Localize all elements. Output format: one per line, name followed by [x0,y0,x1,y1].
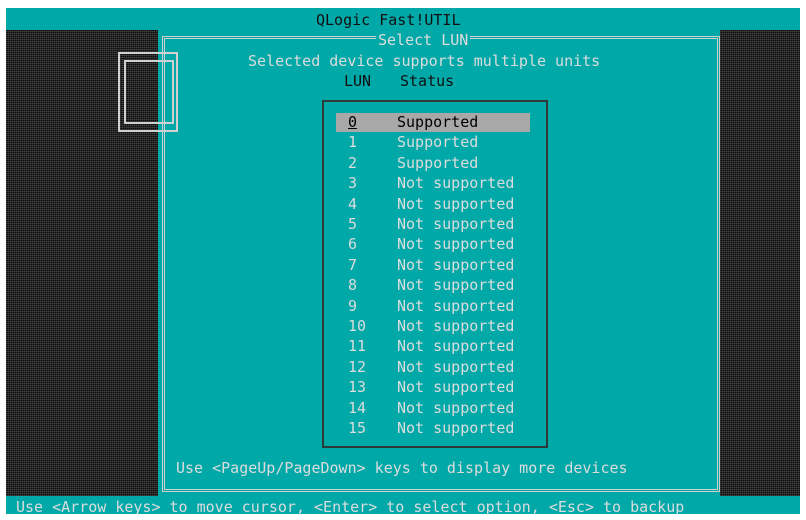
lun-number: 6 [348,235,358,254]
lun-status: Not supported [397,215,515,233]
lun-row[interactable]: 7 Not supported [324,255,546,275]
lun-list: 0 Supported 1 Supported 2 Supported 3 Not suppo… [324,112,546,442]
status-bar: Use <Arrow keys> to move cursor, <Enter>… [16,498,685,514]
lun-number: 1 [348,133,358,152]
lun-row[interactable]: 2 Supported [324,153,546,173]
lun-row[interactable]: 4 Not supported [324,194,546,214]
lun-number: 13 [348,378,367,397]
lun-number: 9 [348,296,358,315]
lun-row[interactable]: 1 Supported [324,132,546,152]
lun-number: 0 [348,113,358,131]
background-pane-right [720,30,800,496]
lun-number: 4 [348,194,358,213]
lun-number: 15 [348,419,367,437]
lun-number: 7 [348,255,358,274]
lun-row[interactable]: 14 Not supported [324,398,546,418]
lun-row[interactable]: 6 Not supported [324,234,546,254]
lun-list-box: 0 Supported 1 Supported 2 Supported 3 Not suppo… [322,100,548,448]
lun-number: 10 [348,317,367,335]
lun-status: Not supported [397,357,515,376]
lun-status: Not supported [397,378,515,397]
lun-status: Not supported [397,194,515,213]
lun-number: 5 [348,215,358,233]
lun-status: Supported [397,133,479,152]
lun-number: 8 [348,276,358,295]
column-header-status: Status [400,72,455,90]
lun-status: Not supported [397,296,515,315]
lun-row[interactable]: 5 Not supported [324,214,546,234]
lun-row[interactable]: 9 Not supported [324,296,546,316]
lun-status: Not supported [397,255,515,274]
dialog-message: Selected device supports multiple units [248,52,601,70]
lun-number: 2 [348,153,358,172]
lun-status: Not supported [397,235,515,254]
lun-row[interactable]: 11 Not supported [324,336,546,356]
lun-status: Not supported [397,398,515,417]
dialog-title: Select LUN [376,30,471,50]
lun-number: 12 [348,357,367,376]
lun-row[interactable]: 3 Not supported [324,173,546,193]
lun-number: 11 [348,337,367,356]
lun-number: 14 [348,398,367,417]
lun-row[interactable]: 10 Not supported [324,316,546,336]
lun-status: Supported [397,153,479,172]
dialog-hint: Use <PageUp/PageDown> keys to display mo… [176,459,628,477]
lun-status: Not supported [397,337,515,356]
lun-status: Not supported [397,174,515,193]
lun-status: Not supported [397,276,515,295]
column-header-lun: LUN [344,72,372,90]
lun-row[interactable]: 8 Not supported [324,275,546,295]
lun-row[interactable]: 15 Not supported [324,418,546,438]
lun-number: 3 [348,174,358,193]
lun-row[interactable]: 0 Supported [324,112,546,132]
lun-status: Supported [397,113,479,131]
lun-status: Not supported [397,317,515,335]
lun-status: Not supported [397,419,515,437]
app-title: QLogic Fast!UTIL [316,11,461,29]
lun-row[interactable]: 12 Not supported [324,357,546,377]
lun-row[interactable]: 13 Not supported [324,377,546,397]
bios-screen: QLogic Fast!UTIL Select LUN Selected dev… [6,8,800,514]
